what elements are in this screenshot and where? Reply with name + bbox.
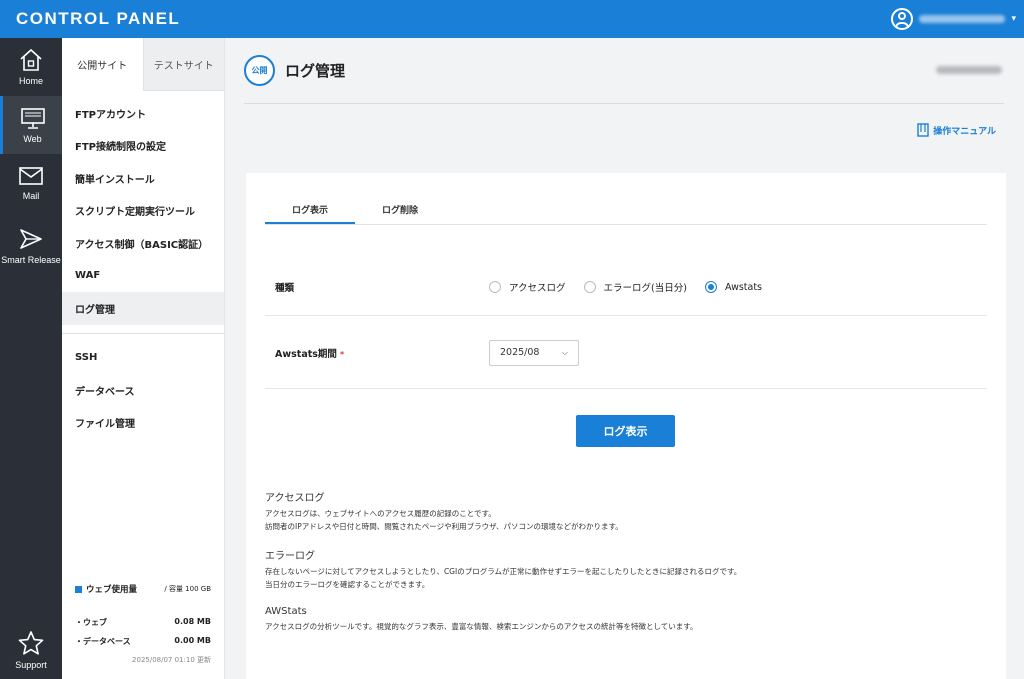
nav-mail[interactable]: Mail	[0, 154, 62, 212]
desc-title: アクセスログ	[265, 493, 325, 504]
desc-title: AWStats	[265, 606, 307, 617]
log-tabs: ログ表示 ログ削除	[265, 200, 987, 225]
nav-home[interactable]: Home	[0, 38, 62, 96]
awstats-period-row: Awstats期間 * 2025/08 ⌵	[265, 317, 987, 389]
menu-item-basic-auth[interactable]: アクセス制御（BASIC認証）	[62, 227, 224, 260]
tab-public-site[interactable]: 公開サイト	[62, 38, 143, 91]
usage-row-database: ・データベース 0.00 MB	[75, 636, 211, 647]
required-mark: *	[339, 349, 345, 359]
usage-title: ウェブ使用量	[86, 585, 138, 595]
awstats-period-label: Awstats期間 *	[265, 346, 489, 360]
usage-square-icon	[75, 585, 82, 593]
nav-home-label: Home	[18, 75, 43, 86]
page-title: ログ管理	[285, 62, 346, 80]
chevron-down-icon[interactable]: ▾	[1011, 14, 1016, 24]
awstats-period-select[interactable]: 2025/08 ⌵	[489, 339, 579, 366]
main-content: 公開 ログ管理 操作マニュアル ログ表示 ログ削除 種類 アクセスログ エラーロ…	[226, 38, 1024, 679]
chevron-down-icon: ⌵	[561, 347, 568, 357]
desc-line: 存在しないページに対してアクセスしようとしたり、CGIのプログラムが正常に動作せ…	[265, 567, 742, 576]
page-header: 公開 ログ管理	[244, 55, 345, 86]
desc-access-log: アクセスログ アクセスログは、ウェブサイトへのアクセス履歴の記録のことです。 訪…	[265, 489, 985, 534]
radio-label: Awstats	[724, 281, 763, 293]
radio-button[interactable]	[489, 281, 501, 293]
radio-button[interactable]	[583, 281, 596, 293]
send-icon	[20, 229, 42, 249]
brand-title: CONTROL PANEL	[16, 9, 181, 28]
book-icon	[917, 123, 929, 137]
user-menu[interactable]: ▾	[891, 0, 1016, 38]
desc-line: アクセスログは、ウェブサイトへのアクセス履歴の記録のことです。	[265, 509, 496, 518]
radio-awstats[interactable]: Awstats	[704, 281, 763, 293]
desc-title: エラーログ	[265, 551, 315, 562]
tab-log-delete[interactable]: ログ削除	[355, 200, 445, 224]
menu-item-database[interactable]: データベース	[62, 374, 224, 407]
site-tabs: 公開サイト テストサイト	[62, 38, 224, 91]
nav-mail-label: Mail	[22, 190, 40, 201]
menu-item-ftp-account[interactable]: FTPアカウント	[62, 97, 224, 130]
desc-error-log: エラーログ 存在しないページに対してアクセスしようとしたり、CGIのプログラムが…	[265, 547, 985, 592]
menu-item-cron[interactable]: スクリプト定期実行ツール	[62, 195, 224, 228]
show-log-button[interactable]: ログ表示	[576, 415, 675, 447]
mail-icon	[19, 167, 43, 185]
menu-item-log-management[interactable]: ログ管理	[62, 292, 224, 325]
desc-line: 訪問者のIPアドレスや日付と時間、閲覧されたページや利用ブラウザ、パソコンの環境…	[265, 521, 623, 531]
header-divider	[244, 103, 1004, 104]
usage-header: ウェブ使用量 / 容量 100 GB	[75, 583, 211, 595]
radio-access-log[interactable]: アクセスログ	[489, 280, 566, 294]
star-icon	[18, 631, 44, 655]
usage-updated-time: 2025/08/07 01:10 更新	[132, 656, 211, 664]
nav-web-label: Web	[23, 133, 42, 144]
log-type-row: 種類 アクセスログ エラーログ(当日分) Awstats	[265, 259, 987, 316]
user-name-redacted[interactable]	[919, 15, 1006, 23]
usage-panel: ウェブ使用量 / 容量 100 GB ・ウェブ 0.08 MB ・データベース …	[62, 583, 224, 679]
top-bar: CONTROL PANEL ▾	[0, 0, 1024, 38]
usage-row-label: ・データベース	[75, 637, 131, 646]
awstats-period-value: 2025/08	[500, 347, 540, 358]
tab-test-site[interactable]: テストサイト	[142, 38, 224, 91]
desc-line: アクセスログの分析ツールです。視覚的なグラフ表示、豊富な情報、検索エンジンからの…	[265, 622, 698, 631]
desc-line: 当日分のエラーログを確認することができます。	[265, 579, 430, 589]
log-type-label: 種類	[275, 283, 295, 294]
usage-row-label: ・ウェブ	[75, 618, 107, 627]
menu-item-easy-install[interactable]: 簡単インストール	[62, 162, 224, 195]
home-icon	[20, 48, 42, 71]
radio-error-log[interactable]: エラーログ(当日分)	[583, 280, 687, 294]
menu-item-ssh[interactable]: SSH	[62, 342, 224, 375]
monitor-icon	[20, 108, 45, 129]
menu-item-file-management[interactable]: ファイル管理	[62, 407, 224, 440]
secondary-nav: 公開サイト テストサイト FTPアカウント FTP接続制限の設定 簡単インストー…	[62, 38, 225, 679]
nav-smart-release[interactable]: Smart Release	[0, 214, 62, 278]
usage-row-value: 0.08 MB	[174, 617, 211, 626]
menu-item-waf[interactable]: WAF	[62, 260, 224, 293]
usage-row-web: ・ウェブ 0.08 MB	[75, 617, 211, 628]
manual-link[interactable]: 操作マニュアル	[917, 123, 996, 137]
primary-nav: Home Web Mail Smart Release Support	[0, 38, 62, 679]
log-card: ログ表示 ログ削除 種類 アクセスログ エラーログ(当日分) Awstats A…	[246, 173, 1006, 679]
nav-smart-release-label: Smart Release	[1, 254, 61, 265]
menu-item-ftp-restriction[interactable]: FTP接続制限の設定	[62, 130, 224, 163]
awstats-period-label-text: Awstats期間	[275, 348, 337, 360]
user-icon[interactable]	[891, 8, 914, 30]
nav-support[interactable]: Support	[0, 621, 62, 679]
usage-capacity: / 容量 100 GB	[164, 585, 211, 593]
tab-log-view[interactable]: ログ表示	[265, 200, 355, 224]
desc-awstats: AWStats アクセスログの分析ツールです。視覚的なグラフ表示、豊富な情報、検…	[265, 606, 985, 634]
nav-web[interactable]: Web	[0, 96, 62, 154]
usage-row-value: 0.00 MB	[174, 636, 211, 645]
menu-divider	[62, 332, 224, 334]
manual-link-label[interactable]: 操作マニュアル	[933, 124, 996, 137]
radio-label: エラーログ(当日分)	[603, 283, 687, 294]
radio-button-selected[interactable]	[704, 281, 717, 293]
nav-support-label: Support	[15, 659, 47, 670]
radio-label: アクセスログ	[509, 283, 566, 294]
public-badge: 公開	[244, 55, 275, 86]
log-type-radio-group: アクセスログ エラーログ(当日分) Awstats	[489, 280, 780, 294]
domain-redacted	[936, 66, 1002, 74]
